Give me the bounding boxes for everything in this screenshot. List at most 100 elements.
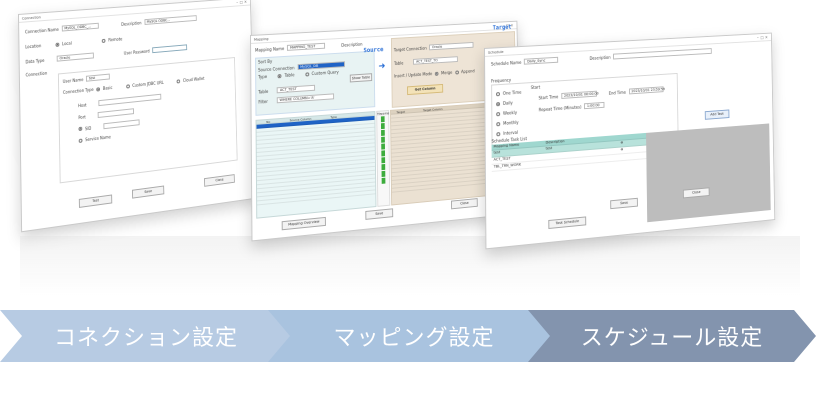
sort-by-label: Sort By bbox=[257, 58, 273, 65]
end-time-label: End Time bbox=[608, 89, 626, 96]
sid-radio[interactable] bbox=[78, 126, 83, 132]
source-heading: Source bbox=[363, 46, 384, 55]
service-label: Service Name bbox=[85, 134, 111, 143]
mapping-name-label: Mapping Name bbox=[254, 45, 285, 53]
target-connection-row: Target Connection Oracle bbox=[394, 41, 474, 52]
freq-daily-label: Daily bbox=[502, 100, 513, 106]
freq-monthly-radio[interactable] bbox=[496, 121, 501, 126]
add-task-button[interactable]: Add Task bbox=[704, 109, 730, 120]
start-time-label: Start Time bbox=[538, 93, 559, 100]
schedule-name-field[interactable]: Daily_Sync bbox=[524, 56, 559, 65]
window-title: Schedule bbox=[487, 49, 504, 55]
service-row: Service Name bbox=[78, 134, 111, 143]
freq-daily-radio[interactable] bbox=[496, 101, 501, 106]
mode-append-label: Append bbox=[461, 68, 475, 75]
source-connection-label: Source Connection bbox=[258, 64, 295, 73]
source-panel: Sort By Source Connection MySQL_DB Type … bbox=[255, 50, 376, 116]
location-local-label: Local bbox=[61, 40, 72, 47]
location-label: Location bbox=[25, 43, 42, 50]
user-password-label: User Password bbox=[123, 48, 150, 56]
task-empty-area bbox=[646, 123, 771, 223]
freq-one-time-label: One Time bbox=[502, 89, 522, 96]
close-icon[interactable]: × bbox=[243, 0, 247, 4]
mode-append-radio[interactable] bbox=[454, 70, 459, 75]
type-table-label: Table bbox=[284, 72, 295, 78]
table-select[interactable]: ACT_TEST bbox=[277, 84, 316, 94]
type-custom-label: Custom Query bbox=[311, 69, 339, 77]
freq-daily-row: Daily bbox=[496, 100, 513, 106]
mapping-status-column: Mapping bbox=[376, 109, 391, 207]
conn-basic-radio[interactable] bbox=[96, 86, 101, 92]
close-button[interactable]: Close bbox=[451, 198, 478, 210]
repeat-field[interactable]: 1:00:00 bbox=[584, 101, 605, 110]
mapping-name-field[interactable]: MAPPING_TEST bbox=[287, 42, 326, 51]
connection-window: Connection – □ × Connection Name MySQL_O… bbox=[18, 0, 257, 233]
location-remote-radio[interactable] bbox=[102, 38, 106, 43]
conn-custom-label: Custom JDBC URL bbox=[132, 79, 164, 88]
insert-mode-label: Insert / Update Mode bbox=[394, 71, 433, 79]
connection-name-field[interactable]: MySQL_ODBC_... bbox=[61, 22, 99, 32]
target-heading: Target bbox=[492, 23, 512, 32]
start-time-field[interactable]: 2023/10/01 00:00:00 bbox=[561, 90, 599, 99]
step-mapping-settings: マッピング設定 bbox=[268, 310, 560, 362]
freq-one-time-row: One Time bbox=[496, 90, 521, 97]
user-name-label: User Name bbox=[62, 76, 84, 84]
sort-by-row: Sort By bbox=[258, 59, 272, 65]
description-field[interactable] bbox=[613, 48, 712, 60]
save-button[interactable]: Save bbox=[365, 208, 394, 220]
location-local-radio[interactable] bbox=[55, 42, 60, 47]
end-time-field[interactable]: 2023/10/31 23:59:59 bbox=[628, 86, 665, 95]
delete-icon[interactable]: ⊗ bbox=[621, 147, 624, 153]
user-name-row: User Name test bbox=[62, 73, 111, 84]
save-button[interactable]: Save bbox=[610, 197, 638, 210]
grid-header-type: Type bbox=[330, 114, 337, 120]
task-schedule-button[interactable]: Task Schedule bbox=[548, 216, 587, 230]
grid-header-source-column: Source Column bbox=[289, 116, 312, 123]
conn-type-label: Connection Type bbox=[62, 86, 94, 95]
start-time-row: Start Time 2023/10/01 00:00:00 End Time … bbox=[538, 86, 665, 100]
sid-field[interactable] bbox=[103, 119, 140, 130]
description-field[interactable]: MySQL ODBC... bbox=[144, 15, 197, 25]
db-type-select[interactable]: Oracle bbox=[56, 52, 94, 62]
target-table-row: Table ACT_TEST_TO bbox=[394, 56, 459, 66]
source-column-grid[interactable]: No Source Column Type bbox=[255, 111, 377, 219]
type-table-radio[interactable] bbox=[277, 73, 282, 78]
conn-cloud-radio[interactable] bbox=[176, 78, 181, 83]
description-label: Description bbox=[341, 41, 363, 48]
close-icon[interactable]: × bbox=[764, 35, 768, 40]
step-connection-settings: コネクション設定 bbox=[0, 310, 292, 362]
stage: Connection – □ × Connection Name MySQL_O… bbox=[0, 0, 816, 401]
conn-custom-radio[interactable] bbox=[125, 83, 130, 89]
show-table-button[interactable]: Show Table bbox=[349, 73, 373, 83]
user-name-field[interactable]: test bbox=[86, 73, 111, 82]
port-field[interactable] bbox=[97, 108, 134, 119]
user-password-field[interactable] bbox=[152, 44, 188, 54]
type-custom-radio[interactable] bbox=[304, 71, 309, 77]
test-button[interactable]: Test bbox=[78, 194, 113, 208]
freq-interval-radio[interactable] bbox=[496, 131, 501, 136]
mapping-overview-button[interactable]: Mapping Overview bbox=[281, 216, 326, 231]
connection-name-label: Connection Name bbox=[24, 26, 59, 34]
filter-field[interactable]: WHERE COLUMN='A' bbox=[276, 93, 335, 104]
mode-merge-radio[interactable] bbox=[434, 71, 439, 76]
delete-icon[interactable]: ⊗ bbox=[621, 141, 624, 147]
sid-label: SID bbox=[84, 125, 92, 131]
service-radio[interactable] bbox=[78, 138, 83, 143]
close-button[interactable]: Close bbox=[204, 174, 235, 187]
grid-header-mapping: Mapping bbox=[377, 110, 390, 116]
freq-monthly-row: Monthly bbox=[496, 119, 519, 127]
sid-row: SID bbox=[78, 119, 140, 132]
target-connection-select[interactable]: Oracle bbox=[429, 41, 474, 51]
db-type-label: Data Type bbox=[25, 57, 45, 64]
freq-weekly-label: Weekly bbox=[503, 109, 518, 116]
target-table-select[interactable]: ACT_TEST_TO bbox=[413, 56, 459, 65]
freq-one-time-radio[interactable] bbox=[496, 91, 500, 96]
host-field[interactable] bbox=[98, 93, 162, 107]
window-title: Connection bbox=[21, 14, 41, 21]
freq-weekly-radio[interactable] bbox=[496, 111, 501, 116]
filter-row: Filter WHERE COLUMN='A' bbox=[258, 93, 335, 104]
save-button[interactable]: Save bbox=[131, 185, 165, 199]
freq-monthly-label: Monthly bbox=[503, 119, 519, 126]
get-column-button[interactable]: Get Column bbox=[407, 83, 444, 96]
port-row: Port bbox=[78, 108, 134, 120]
